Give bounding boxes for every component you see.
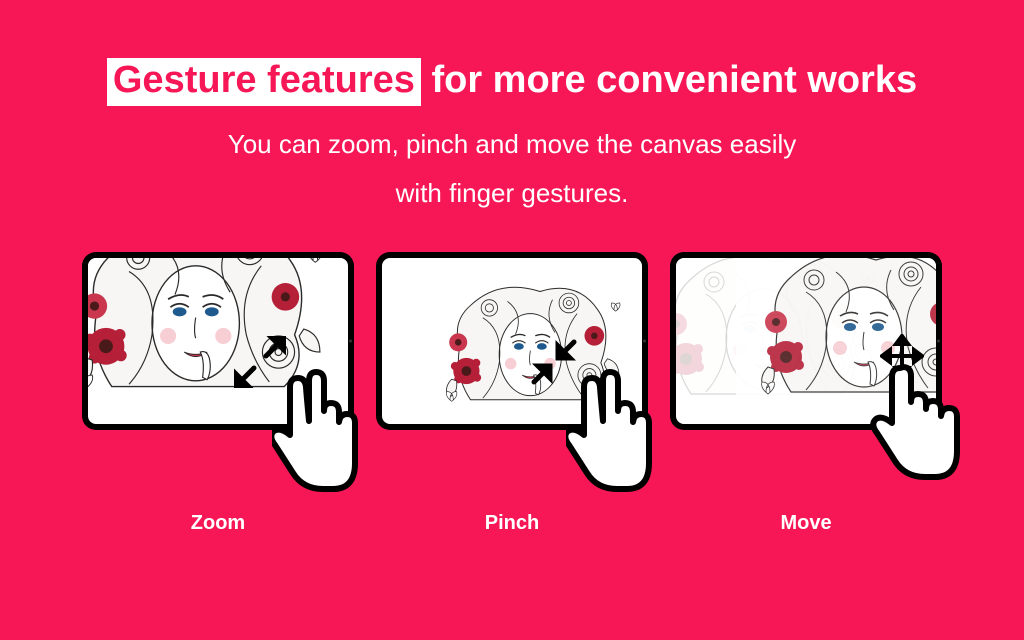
subtitle-line-2: with finger gestures. [396,178,629,208]
gesture-label: Pinch [485,512,539,535]
tablet-screen [382,258,642,424]
tablet-frame [670,252,942,430]
gesture-card-move: Move [670,252,942,535]
tablet-screen [88,258,348,424]
gesture-card-zoom: Zoom [82,252,354,535]
zoom-out-arrows-icon [234,336,286,388]
subtitle: You can zoom, pinch and move the canvas … [228,120,797,219]
tablet-frame [376,252,648,430]
gesture-row: Zoom Pinch [82,252,942,535]
gesture-card-pinch: Pinch [376,252,648,535]
gesture-label: Move [780,512,831,535]
page-title: Gesture features for more convenient wor… [107,58,917,106]
title-rest: for more convenient works [421,59,917,101]
title-highlight: Gesture features [107,58,421,106]
tablet-frame [82,252,354,430]
move-cross-arrows-icon [880,334,924,378]
gesture-label: Zoom [191,512,245,535]
subtitle-line-1: You can zoom, pinch and move the canvas … [228,129,797,159]
illustration [88,258,348,416]
pinch-in-arrows-icon [528,336,580,388]
